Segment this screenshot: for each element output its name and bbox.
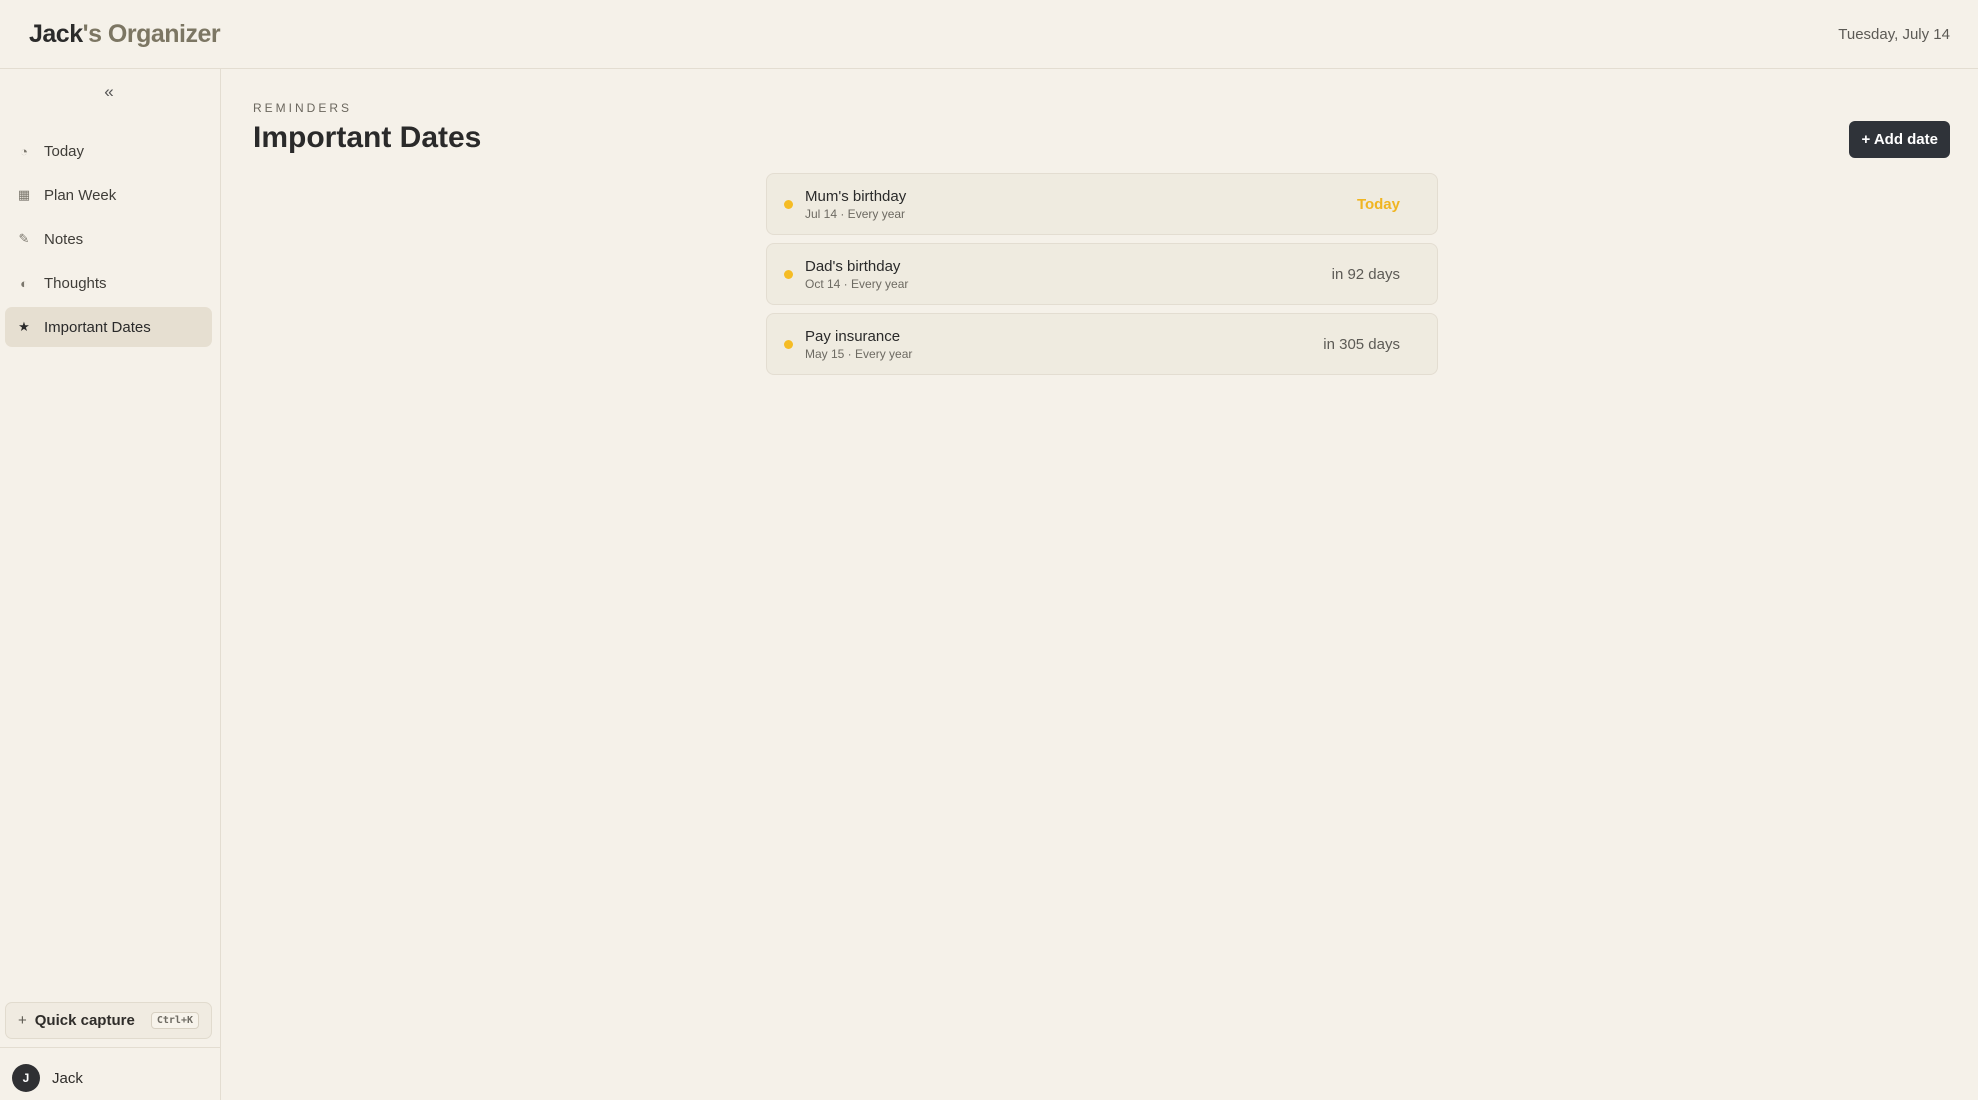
sidebar-item-important-dates[interactable]: ★ Important Dates — [5, 307, 212, 347]
date-title: Pay insurance — [805, 327, 901, 345]
list-item-text: Mum's birthday Jul 14 · Every year — [805, 187, 906, 222]
avatar: J — [12, 1064, 40, 1092]
sidebar-item-today[interactable]: ◔ Today — [5, 131, 212, 171]
list-item[interactable]: Pay insurance May 15 · Every year in 305… — [766, 313, 1438, 375]
status-dot-icon — [784, 269, 793, 279]
date-subtitle: Oct 14 · Every year — [805, 276, 909, 291]
date-subtitle: May 15 · Every year — [805, 346, 913, 361]
calendar-grid-icon: ▦ — [17, 187, 31, 202]
plus-icon: + — [18, 1012, 27, 1029]
list-item-text: Pay insurance May 15 · Every year — [805, 327, 912, 362]
brand-owner: Jack — [29, 19, 83, 48]
clock-icon: ◔ — [20, 143, 28, 159]
sidebar-item-label: Important Dates — [44, 318, 151, 336]
sidebar-item-label: Thoughts — [44, 274, 107, 292]
sidebar-item-label: Plan Week — [44, 186, 117, 204]
sidebar-item-plan-week[interactable]: ▦ Plan Week — [5, 175, 212, 215]
quick-capture-button[interactable]: + Quick capture Ctrl+K — [5, 1002, 212, 1039]
status-dot-icon — [784, 339, 793, 349]
list-item[interactable]: Mum's birthday Jul 14 · Every year Today — [766, 173, 1438, 235]
add-date-button[interactable]: + Add date — [1849, 121, 1950, 158]
main-content: REMINDERS Important Dates + Add date Mum… — [222, 69, 1978, 1100]
sidebar-item-label: Notes — [44, 230, 84, 248]
top-bar: Jack's Organizer Tuesday, July 14 — [0, 0, 1978, 69]
date-subtitle: Jul 14 · Every year — [805, 206, 906, 221]
user-name: Jack — [52, 1069, 83, 1087]
date-title: Dad's birthday — [805, 257, 901, 275]
section-eyebrow: REMINDERS — [253, 101, 353, 115]
divider — [0, 1047, 221, 1048]
star-icon: ★ — [18, 319, 30, 334]
collapse-sidebar-button[interactable]: « — [98, 81, 120, 103]
page-title: Important Dates — [253, 121, 482, 154]
sidebar-nav: ◔ Today ▦ Plan Week ✎ Notes ◐ Thoughts ★… — [5, 131, 212, 351]
dates-list: Mum's birthday Jul 14 · Every year Today… — [766, 173, 1438, 383]
list-item[interactable]: Dad's birthday Oct 14 · Every year in 92… — [766, 243, 1438, 305]
quick-capture-label: Quick capture — [34, 1012, 135, 1029]
keyboard-shortcut-badge: Ctrl+K — [150, 1012, 199, 1029]
brand-name: 's Organizer — [82, 19, 221, 48]
date-countdown: in 92 days — [1331, 265, 1400, 283]
current-date: Tuesday, July 14 — [1838, 25, 1950, 43]
sidebar-item-thoughts[interactable]: ◐ Thoughts — [5, 263, 212, 303]
half-circle-icon: ◐ — [20, 275, 28, 291]
sidebar-item-notes[interactable]: ✎ Notes — [5, 219, 212, 259]
user-profile[interactable]: J Jack — [12, 1064, 83, 1092]
date-countdown: in 305 days — [1323, 335, 1400, 353]
app-brand[interactable]: Jack's Organizer — [29, 19, 221, 49]
list-item-text: Dad's birthday Oct 14 · Every year — [805, 257, 908, 292]
sidebar-item-label: Today — [44, 142, 85, 160]
status-dot-icon — [784, 199, 793, 209]
date-countdown: Today — [1356, 195, 1400, 213]
date-title: Mum's birthday — [805, 187, 907, 205]
sidebar: « ◔ Today ▦ Plan Week ✎ Notes ◐ Thoughts… — [0, 69, 221, 1100]
pencil-icon: ✎ — [18, 231, 30, 246]
